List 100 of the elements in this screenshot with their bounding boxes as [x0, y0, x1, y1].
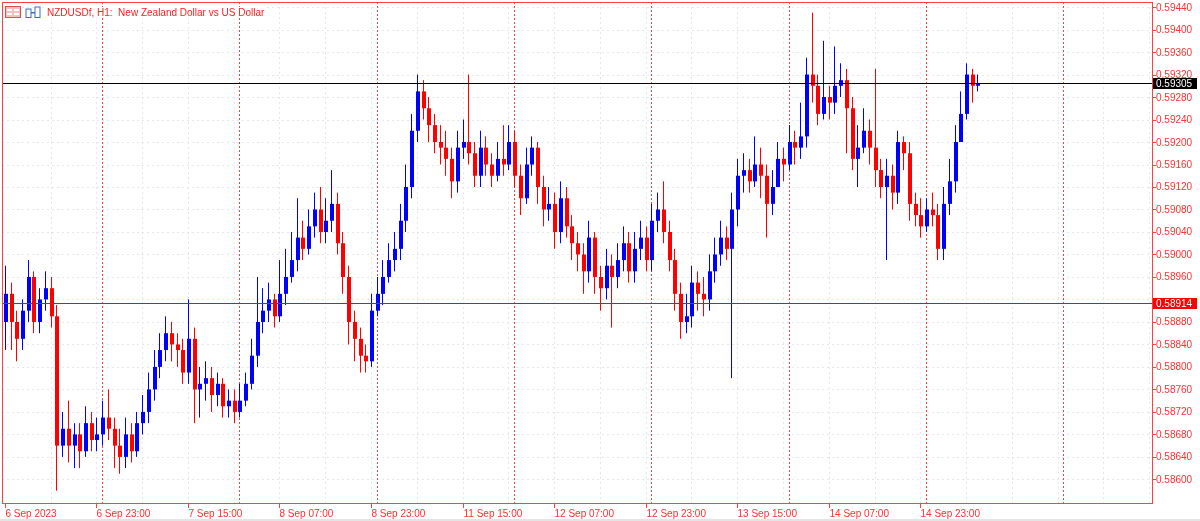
candle [227, 388, 231, 419]
candle [170, 321, 174, 362]
candle [639, 220, 643, 261]
candle [84, 405, 88, 458]
candle [593, 231, 597, 295]
candle [576, 231, 580, 272]
candle [456, 130, 460, 194]
candle [490, 152, 494, 188]
candle [244, 372, 248, 407]
candle [519, 164, 523, 216]
chart-bars-icon[interactable] [25, 6, 41, 18]
candle [742, 152, 746, 194]
candle [736, 158, 740, 227]
price-axis-label: 0.59080 [1151, 204, 1193, 215]
candle [330, 169, 334, 233]
price-axis-label: 0.59240 [1151, 114, 1193, 125]
time-axis-label: 7 Sep 15:00 [188, 502, 243, 519]
candle [307, 209, 311, 255]
price-axis-label: 0.58960 [1151, 271, 1193, 283]
candle [124, 417, 128, 469]
candle [496, 141, 500, 182]
price-axis-label: 0.59120 [1151, 181, 1193, 193]
candle [147, 372, 151, 424]
candle [862, 107, 866, 154]
candle [513, 130, 517, 188]
candle [353, 310, 357, 362]
candle [433, 113, 437, 154]
candle [759, 147, 763, 199]
price-axis-label: 0.59200 [1151, 136, 1193, 148]
time-axis-label: 13 Sep 15:00 [737, 502, 797, 519]
price-axis-label: 0.59280 [1151, 91, 1193, 103]
price-tag: 0.58914 [1153, 298, 1197, 309]
list-icon[interactable] [5, 6, 21, 18]
candle [61, 411, 65, 458]
time-axis-label: 12 Sep 07:00 [554, 502, 614, 519]
candle [210, 366, 214, 413]
price-axis-label: 0.58840 [1151, 338, 1193, 350]
price-axis-label: 0.58880 [1151, 316, 1193, 328]
price-axis-label: 0.59160 [1151, 159, 1193, 170]
candle [450, 147, 454, 199]
candle [902, 135, 906, 171]
candle [702, 276, 706, 317]
time-axis-label: 6 Sep 23:00 [96, 502, 151, 519]
candle [250, 338, 254, 390]
candle [473, 141, 477, 188]
candle [164, 315, 168, 362]
candle [839, 62, 843, 98]
time-axis-label: 14 Sep 23:00 [920, 502, 980, 519]
candle [799, 102, 803, 160]
candle [267, 282, 271, 323]
candle [719, 220, 723, 267]
time-axis-label: 8 Sep 07:00 [279, 502, 334, 519]
candle [290, 231, 294, 284]
candle [393, 231, 397, 272]
candle [536, 141, 540, 205]
candle [67, 400, 71, 463]
candle [633, 231, 637, 284]
candle [559, 180, 563, 244]
candle [948, 158, 952, 216]
candle [662, 180, 666, 244]
candle [868, 119, 872, 165]
price-axis-label: 0.58760 [1151, 383, 1193, 395]
price-axis-label: 0.58720 [1151, 406, 1193, 418]
candle [141, 394, 145, 435]
time-axis-label: 6 Sep 2023 [5, 502, 57, 519]
candle [21, 298, 25, 351]
candle [107, 388, 111, 441]
candle [616, 242, 620, 289]
candle [553, 192, 557, 250]
candle [101, 400, 105, 447]
price-axis-label: 0.58800 [1151, 361, 1193, 373]
price-axis-label: 0.58600 [1151, 473, 1193, 485]
candle [965, 62, 969, 120]
candle [696, 270, 700, 312]
price-axis-label: 0.58640 [1151, 451, 1193, 463]
candle [416, 74, 420, 143]
candle [599, 265, 603, 312]
candle [925, 197, 929, 233]
price-axis-label: 0.59400 [1151, 24, 1193, 36]
candle [284, 248, 288, 306]
time-axis-label: 14 Sep 07:00 [829, 502, 889, 519]
candle [656, 192, 660, 233]
price-axis-label: 0.58680 [1151, 428, 1193, 440]
candle [38, 287, 42, 334]
candle [44, 270, 48, 312]
price-axis-label: 0.59320 [1151, 69, 1193, 81]
price-tag: 0.59305 [1153, 78, 1197, 89]
price-axis-label: 0.59040 [1151, 226, 1193, 238]
chart-title: NZDUSDf, H1: New Zealand Dollar vs US Dollar [47, 6, 265, 18]
candle [313, 192, 317, 239]
candle [387, 242, 391, 284]
time-axis-label: 8 Sep 23:00 [371, 502, 426, 519]
price-axis-label: 0.59440 [1151, 1, 1193, 13]
price-axis-label: 0.59000 [1151, 248, 1193, 260]
candle [204, 360, 208, 402]
time-axis-label: 12 Sep 23:00 [646, 502, 706, 519]
candle [679, 282, 683, 340]
time-axis-label: 11 Sep 15:00 [463, 502, 523, 519]
price-axis-label: 0.59360 [1151, 46, 1193, 58]
candle [782, 147, 786, 182]
